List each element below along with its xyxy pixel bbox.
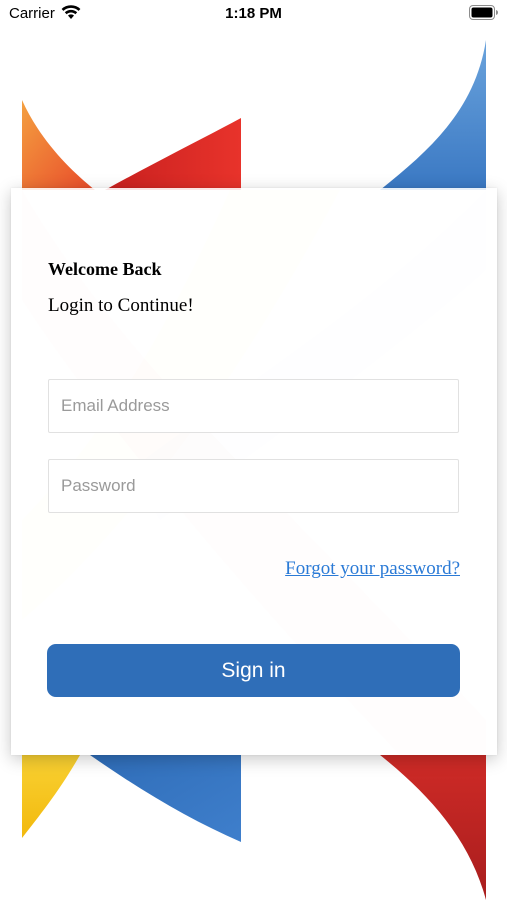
- email-field[interactable]: [48, 379, 459, 433]
- welcome-subtitle: Login to Continue!: [48, 295, 194, 316]
- forgot-password-link[interactable]: Forgot your password?: [285, 558, 460, 580]
- blue-ribbon-bottom: [90, 755, 241, 842]
- welcome-title: Welcome Back: [48, 259, 162, 279]
- red-ribbon-bottom: [380, 755, 486, 900]
- login-card: Welcome Back Login to Continue! Forgot y…: [11, 188, 497, 755]
- red-ribbon-top: [105, 118, 241, 190]
- status-time: 1:18 PM: [225, 5, 282, 22]
- orange-ribbon-top: [22, 100, 95, 190]
- yellow-ribbon-bottom: [22, 755, 80, 838]
- status-bar: Carrier 1:18 PM: [0, 0, 507, 30]
- sign-in-button[interactable]: Sign in: [47, 644, 460, 697]
- password-field[interactable]: [48, 459, 459, 513]
- battery-icon: [469, 5, 498, 20]
- blue-ribbon-top: [380, 40, 486, 190]
